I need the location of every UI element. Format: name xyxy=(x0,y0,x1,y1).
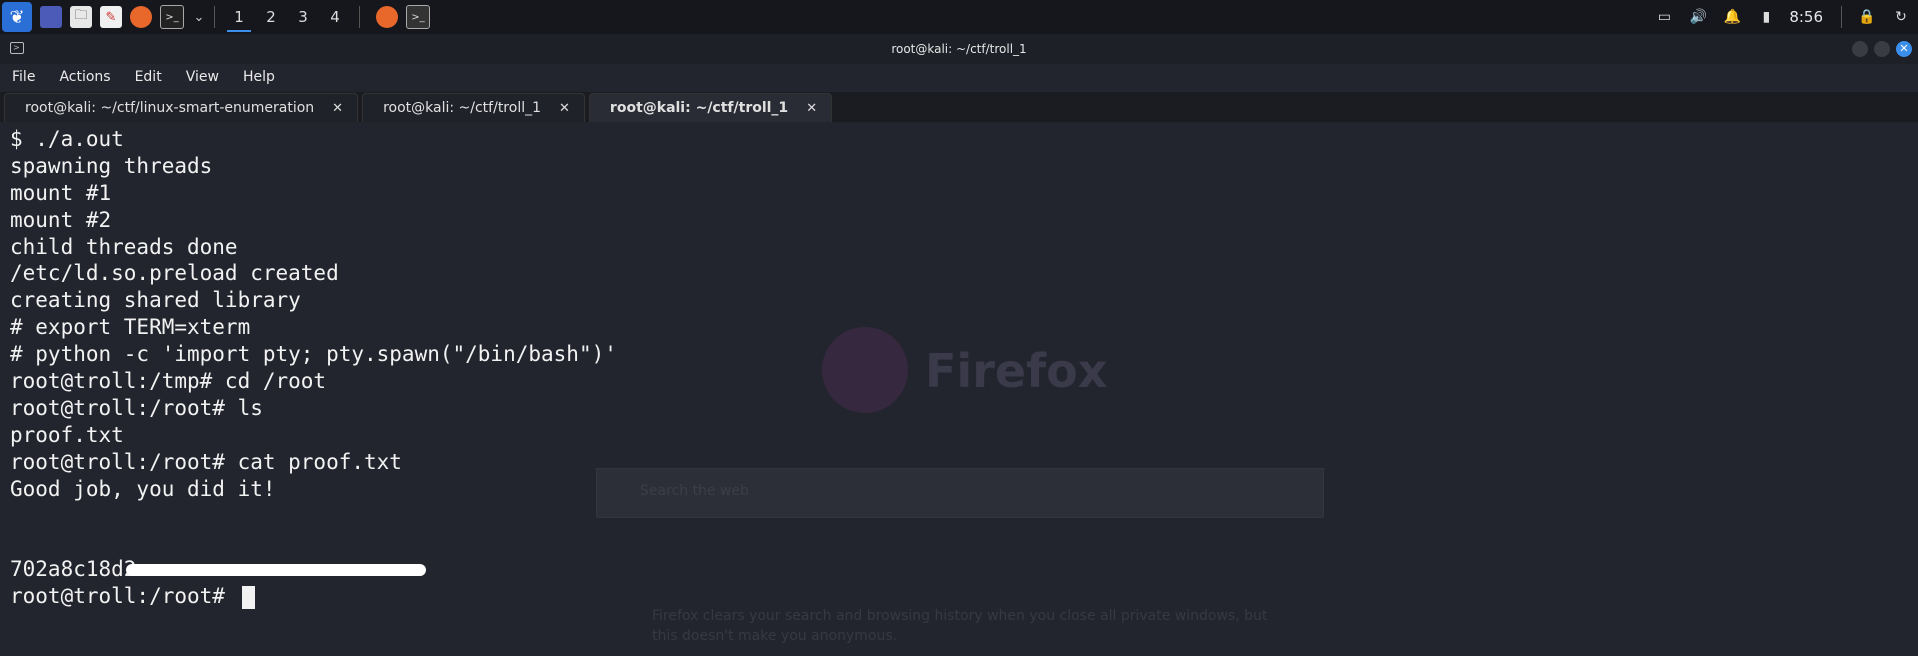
panel-separator xyxy=(1841,6,1842,28)
terminal-line: child threads done xyxy=(10,234,238,259)
notification-bell-icon[interactable]: 🔔 xyxy=(1721,6,1743,28)
taskbar-terminal-icon[interactable]: >_ xyxy=(406,5,430,29)
terminal-line: creating shared library xyxy=(10,288,301,313)
terminal-line: /etc/ld.so.preload created xyxy=(10,261,339,286)
prompt-line[interactable]: root@troll:/root# xyxy=(10,583,617,610)
menu-view[interactable]: View xyxy=(182,69,223,85)
shell-prompt: root@troll:/root# xyxy=(10,584,238,609)
window-controls: ✕ xyxy=(1852,41,1912,57)
clock[interactable]: 8:56 xyxy=(1789,8,1823,26)
minimize-button[interactable] xyxy=(1852,41,1868,57)
terminal-line: mount #1 xyxy=(10,180,112,205)
tab-close-icon[interactable]: ✕ xyxy=(332,101,343,116)
show-desktop-icon[interactable] xyxy=(40,6,62,28)
tab-troll-1-active[interactable]: root@kali: ~/ctf/troll_1 ✕ xyxy=(588,93,833,122)
menu-actions[interactable]: Actions xyxy=(55,69,114,85)
tab-label: root@kali: ~/ctf/troll_1 xyxy=(609,100,789,116)
terminal-output: $ ./a.out spawning threads mount #1 moun… xyxy=(10,126,617,610)
panel-separator xyxy=(214,6,215,28)
terminal-line: root@troll:/tmp# cd /root xyxy=(10,369,327,394)
taskbar-firefox-icon[interactable] xyxy=(376,6,398,28)
maximize-button[interactable] xyxy=(1874,41,1890,57)
logout-icon[interactable]: ↻ xyxy=(1890,6,1912,28)
chevron-down-icon[interactable]: ⌄ xyxy=(192,6,206,28)
menu-bar: File Actions Edit View Help xyxy=(0,64,1918,90)
window-title: root@kali: ~/ctf/troll_1 xyxy=(891,42,1027,56)
workspace-1[interactable]: 1 xyxy=(223,0,255,34)
lock-icon[interactable]: 🔒 xyxy=(1856,6,1878,28)
menu-file[interactable]: File xyxy=(8,69,39,85)
tab-linux-smart-enumeration[interactable]: root@kali: ~/ctf/linux-smart-enumeration… xyxy=(4,93,359,122)
tab-troll-1[interactable]: root@kali: ~/ctf/troll_1 ✕ xyxy=(362,93,585,122)
text-editor-icon[interactable]: ✎ xyxy=(100,6,122,28)
file-manager-icon[interactable]: 🗀 xyxy=(70,6,92,28)
system-tray: ▭ 🔊 🔔 ▮ 8:56 🔒 ↻ xyxy=(1647,0,1918,34)
top-panel: ❦ 🗀 ✎ >_ ⌄ 1 2 3 4 >_ ▭ 🔊 🔔 ▮ 8:56 🔒 ↻ xyxy=(0,0,1918,34)
volume-icon[interactable]: 🔊 xyxy=(1687,6,1709,28)
tab-label: root@kali: ~/ctf/linux-smart-enumeration xyxy=(25,100,315,116)
terminal-line: mount #2 xyxy=(10,207,112,232)
menu-help[interactable]: Help xyxy=(239,69,279,85)
workspace-2[interactable]: 2 xyxy=(255,0,287,34)
display-icon[interactable]: ▭ xyxy=(1653,6,1675,28)
kali-menu-icon[interactable]: ❦ xyxy=(2,2,32,32)
terminal-line: root@troll:/root# cat proof.txt xyxy=(10,449,402,474)
firefox-search-placeholder: Search the web xyxy=(640,483,749,499)
tab-close-icon[interactable]: ✕ xyxy=(559,101,570,116)
tab-label: root@kali: ~/ctf/troll_1 xyxy=(383,100,542,116)
terminal-line: $ ./a.out xyxy=(10,127,124,151)
terminal-tab-bar: root@kali: ~/ctf/linux-smart-enumeration… xyxy=(0,92,1918,122)
terminal-line: proof.txt xyxy=(10,422,124,447)
window-titlebar[interactable]: > root@kali: ~/ctf/troll_1 ✕ xyxy=(0,34,1918,64)
firefox-private-logo-icon xyxy=(822,327,908,413)
firefox-private-note: Firefox clears your search and browsing … xyxy=(652,608,1268,644)
terminal-launcher-icon[interactable]: >_ xyxy=(160,5,184,29)
terminal-line: # export TERM=xterm xyxy=(10,315,251,340)
window-terminal-icon: > xyxy=(10,42,24,54)
panel-separator xyxy=(359,6,360,28)
menu-edit[interactable]: Edit xyxy=(131,69,166,85)
battery-icon[interactable]: ▮ xyxy=(1755,6,1777,28)
terminal-area[interactable]: Firefox Search the web Firefox clears yo… xyxy=(0,122,1918,656)
redaction-mark xyxy=(126,564,427,577)
tab-close-icon[interactable]: ✕ xyxy=(806,101,817,116)
proof-hash: 702a8c18d2 xyxy=(10,557,137,582)
text-cursor xyxy=(241,585,255,609)
workspace-4[interactable]: 4 xyxy=(319,0,351,34)
firefox-wordmark: Firefox xyxy=(925,344,1108,398)
close-window-button[interactable]: ✕ xyxy=(1896,41,1912,57)
terminal-line: Good job, you did it! xyxy=(10,476,276,501)
hash-line: 702a8c18d2 xyxy=(10,556,617,583)
terminal-line: root@troll:/root# ls xyxy=(10,395,263,420)
firefox-icon[interactable] xyxy=(130,6,152,28)
terminal-line: spawning threads xyxy=(10,153,213,178)
firefox-search-box xyxy=(596,468,1324,518)
terminal-line: # python -c 'import pty; pty.spawn("/bin… xyxy=(10,342,617,367)
workspace-3[interactable]: 3 xyxy=(287,0,319,34)
